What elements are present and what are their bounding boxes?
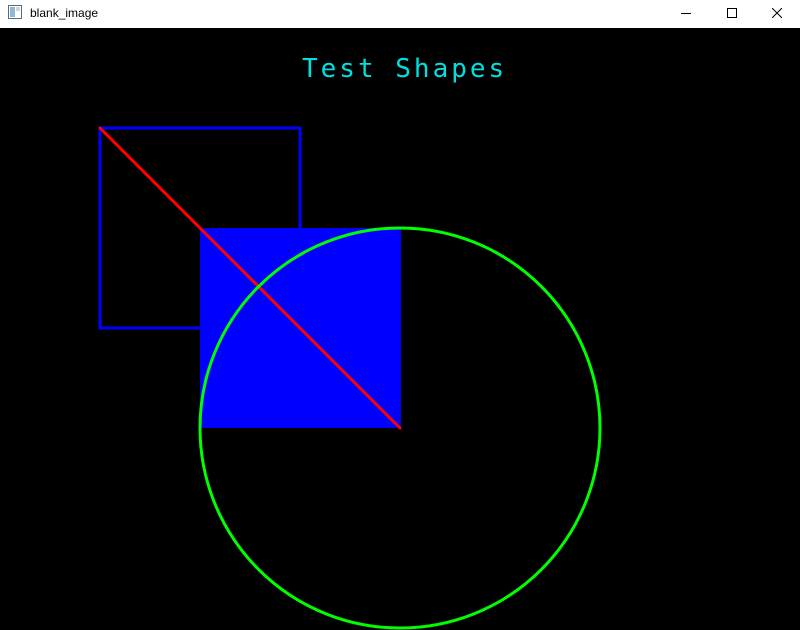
maximize-icon	[727, 8, 737, 18]
image-canvas: Test Shapes	[0, 28, 800, 630]
app-window: blank_image Test Shapes	[0, 0, 800, 630]
shapes-drawing: Test Shapes	[98, 54, 602, 630]
canvas-title-text: Test Shapes	[302, 54, 507, 84]
maximize-button[interactable]	[709, 0, 755, 26]
close-button[interactable]	[754, 0, 800, 26]
close-icon	[772, 8, 782, 18]
window-app-icon	[8, 5, 22, 19]
window-title: blank_image	[30, 6, 99, 20]
minimize-icon	[681, 13, 691, 14]
title-bar[interactable]: blank_image	[0, 0, 800, 26]
minimize-button[interactable]	[663, 0, 709, 26]
